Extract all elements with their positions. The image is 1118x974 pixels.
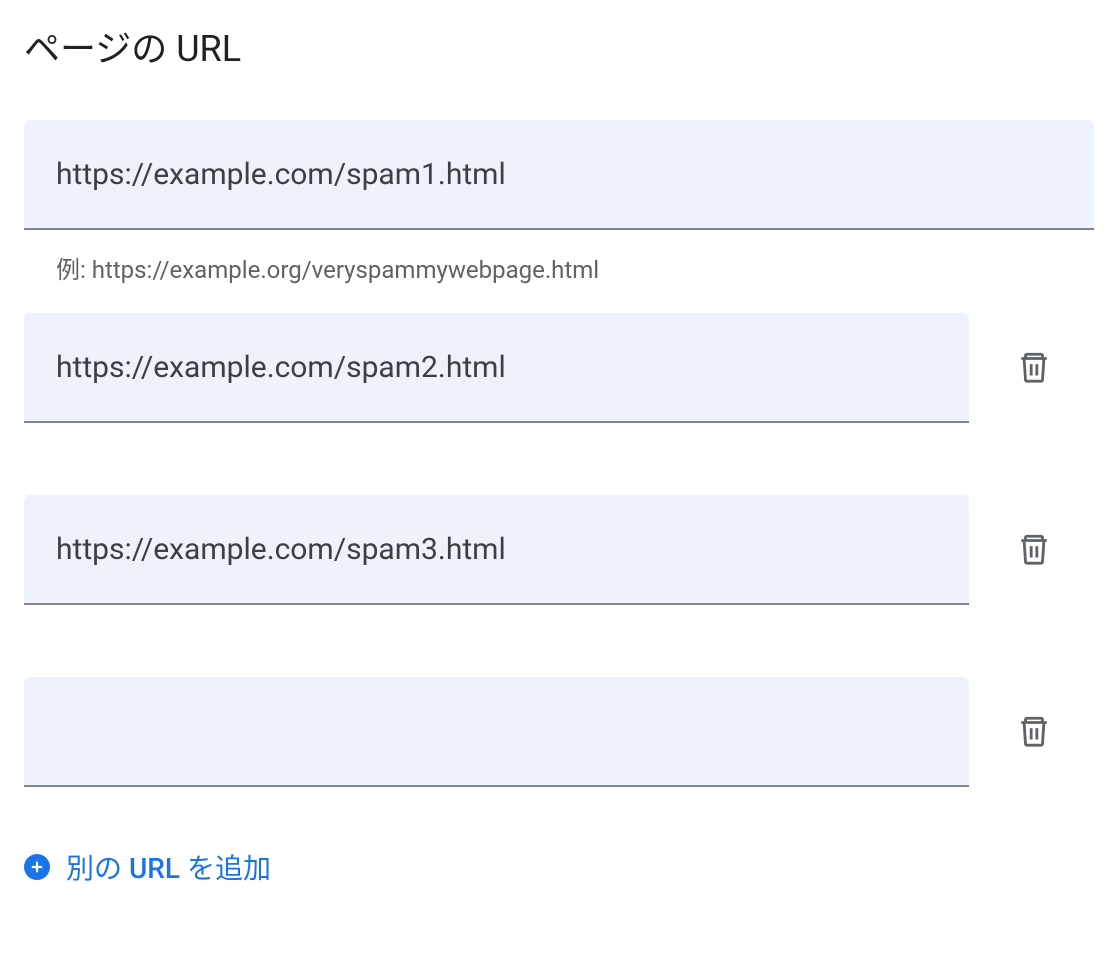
helper-text: 例: https://example.org/veryspammywebpage… bbox=[24, 238, 1094, 285]
url-row-2 bbox=[24, 313, 1094, 423]
url-input-4[interactable] bbox=[24, 677, 969, 787]
trash-icon bbox=[1017, 348, 1051, 389]
url-row-4 bbox=[24, 677, 1094, 787]
url-input-3[interactable] bbox=[24, 495, 969, 605]
delete-button-4[interactable] bbox=[1009, 704, 1059, 761]
url-input-2[interactable] bbox=[24, 313, 969, 423]
delete-button-2[interactable] bbox=[1009, 340, 1059, 397]
page-title: ページの URL bbox=[24, 20, 1094, 72]
plus-circle-icon bbox=[24, 854, 50, 880]
url-row-1 bbox=[24, 120, 1094, 230]
url-input-1[interactable] bbox=[24, 120, 1094, 230]
trash-icon bbox=[1017, 712, 1051, 753]
delete-button-3[interactable] bbox=[1009, 522, 1059, 579]
url-row-3 bbox=[24, 495, 1094, 605]
add-url-button[interactable]: 別の URL を追加 bbox=[24, 847, 271, 887]
add-url-label: 別の URL を追加 bbox=[66, 847, 271, 887]
trash-icon bbox=[1017, 530, 1051, 571]
